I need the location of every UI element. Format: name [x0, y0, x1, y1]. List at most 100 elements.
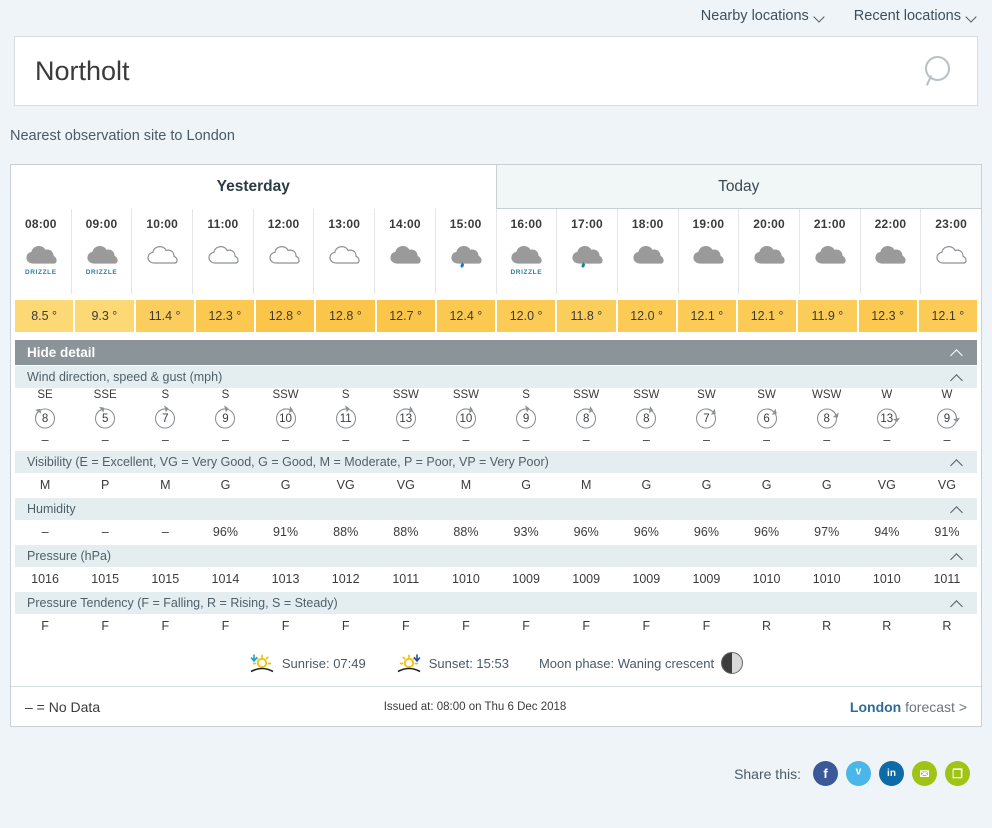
wind-cell: SSW 10 –: [436, 388, 496, 450]
wind-dial-icon: 9: [210, 402, 240, 432]
wind-speed-value: 6: [763, 412, 770, 425]
weather-cell: DRIZZLE: [495, 239, 557, 294]
page-subtitle: Nearest observation site to London: [10, 128, 235, 144]
temperature-cell: 8.5 °: [15, 300, 74, 332]
section-header-wind[interactable]: Wind direction, speed & gust (mph): [15, 366, 977, 388]
pressure-cell: 1009: [632, 572, 661, 586]
section-header-visibility[interactable]: Visibility (E = Excellent, VG = Very Goo…: [15, 451, 977, 473]
temperature-cell: 12.4 °: [436, 300, 495, 332]
pressure-cell: 1010: [812, 572, 841, 586]
section-header-humidity[interactable]: Humidity: [15, 498, 977, 520]
wind-direction-label: W: [881, 389, 893, 401]
share-print-icon[interactable]: ❐: [945, 761, 970, 786]
hour-label: 16:00: [495, 209, 557, 239]
hour-label: 23:00: [920, 209, 981, 239]
humidity-cell: 88%: [393, 525, 419, 539]
hour-label: 22:00: [859, 209, 921, 239]
humidity-cell: 96%: [212, 525, 238, 539]
sunrise-label: Sunrise: 07:49: [281, 655, 366, 671]
share-facebook-icon[interactable]: f: [813, 761, 838, 786]
wind-speed-value: 10: [459, 412, 473, 425]
wind-speed-value: 5: [101, 412, 109, 425]
card-footer: – = No Data Issued at: 08:00 on Thu 6 De…: [11, 686, 981, 726]
tendency-cell: F: [702, 619, 711, 633]
hour-label: 18:00: [616, 209, 678, 239]
section-header-pressure[interactable]: Pressure (hPa): [15, 545, 977, 567]
weather-cell: [556, 239, 617, 294]
tab-today[interactable]: Today: [496, 165, 981, 209]
tendency-cell: F: [401, 619, 410, 633]
cloudy-icon: [873, 242, 907, 268]
drizzle-icon: [24, 242, 58, 268]
cloudy-icon: [752, 242, 786, 268]
hour-label: 14:00: [374, 209, 435, 239]
pressure-cell: 1011: [392, 572, 420, 586]
wind-cell: SW 6 –: [737, 388, 797, 450]
hour-label: 21:00: [798, 209, 860, 239]
tendency-cell: F: [221, 619, 230, 633]
sunset-group: Sunset: 15:53: [396, 652, 509, 674]
partly-cloudy-icon: [934, 242, 968, 268]
section-header-tendency[interactable]: Pressure Tendency (F = Falling, R = Risi…: [15, 592, 977, 614]
hour-label: 12:00: [252, 209, 314, 239]
wind-direction-label: SW: [757, 389, 776, 401]
wind-cell: WSW 8 –: [797, 388, 857, 450]
tab-yesterday[interactable]: Yesterday: [11, 165, 497, 209]
location-search-box[interactable]: Northolt: [14, 36, 978, 106]
hour-label: 10:00: [131, 209, 192, 239]
nearby-locations-dropdown[interactable]: Nearby locations: [701, 8, 826, 24]
visibility-cell: VG: [336, 478, 355, 492]
humidity-cell: 93%: [513, 525, 539, 539]
partly-cloudy-icon: [206, 242, 240, 268]
pressure-row: 1016 1015 1015 1014 1013 1012 1011 1010 1009 1009…: [15, 567, 977, 591]
hour-label: 15:00: [434, 209, 496, 239]
humidity-cell: 96%: [693, 525, 719, 539]
section-header-wind-label: Wind direction, speed & gust (mph): [27, 370, 223, 384]
forecast-link[interactable]: London forecast >: [850, 699, 967, 715]
wind-speed-value: 7: [162, 412, 169, 425]
chevron-up-icon: [949, 348, 965, 357]
cloudy-icon: [813, 242, 847, 268]
recent-locations-dropdown[interactable]: Recent locations: [854, 8, 978, 24]
weather-cell: [192, 239, 253, 294]
visibility-cell: VG: [877, 478, 896, 492]
tendency-cell: F: [341, 619, 350, 633]
section-header-pressure-label: Pressure (hPa): [27, 549, 112, 563]
wind-dial-icon: 9: [932, 402, 962, 432]
wind-cell: SSW 10 –: [256, 388, 316, 450]
wind-gust-value: –: [282, 433, 290, 447]
wind-direction-label: SSE: [93, 389, 117, 401]
temperature-cell: 11.4 °: [135, 300, 194, 332]
humidity-cell: 96%: [573, 525, 599, 539]
share-twitter-icon[interactable]: ᵛ: [846, 761, 871, 786]
visibility-cell: VG: [937, 478, 956, 492]
wind-speed-value: 13: [399, 412, 413, 425]
chevron-up-icon: [949, 552, 965, 561]
wind-direction-label: S: [161, 389, 170, 401]
wind-cell: SSW 13 –: [376, 388, 436, 450]
humidity-cell: –: [161, 525, 169, 539]
wind-direction-label: S: [341, 389, 350, 401]
weather-label: DRIZZLE: [85, 269, 118, 276]
observations-card: Yesterday Today 08:00 09:00 10:00 11:00 12:0…: [10, 164, 982, 727]
pressure-cell: 1016: [31, 572, 59, 586]
weather-cell: [434, 239, 496, 294]
weather-cell: [798, 239, 860, 294]
tendency-cell: F: [281, 619, 290, 633]
wind-cell: SW 7 –: [676, 388, 736, 450]
forecast-link-place: London: [849, 698, 902, 715]
wind-dial-icon: 8: [571, 402, 601, 432]
hour-label: 11:00: [192, 209, 253, 239]
share-email-icon[interactable]: ✉: [912, 761, 937, 786]
sunrise-group: Sunrise: 07:49: [249, 652, 366, 674]
sunset-label: Sunset: 15:53: [428, 655, 509, 671]
hour-label: 19:00: [677, 209, 739, 239]
share-linkedin-icon[interactable]: in: [879, 761, 904, 786]
moon-phase-group: Moon phase: Waning crescent: [539, 652, 744, 674]
wind-dial-icon: 8: [30, 402, 60, 432]
search-icon[interactable]: [921, 54, 955, 88]
hide-detail-toggle[interactable]: Hide detail: [15, 340, 977, 365]
tendency-cell: F: [642, 619, 651, 633]
visibility-cell: G: [280, 478, 291, 492]
search-input[interactable]: Northolt: [35, 56, 921, 87]
